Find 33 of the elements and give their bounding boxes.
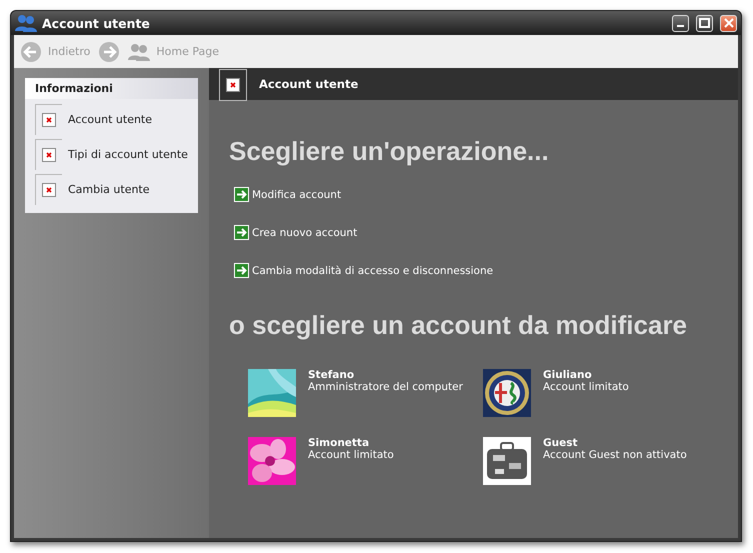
account-name[interactable]: Simonetta: [308, 437, 394, 449]
users-icon: [128, 42, 150, 62]
account-name[interactable]: Giuliano: [543, 369, 629, 381]
broken-image-icon: [42, 148, 56, 162]
sidebar-link[interactable]: Account utente: [25, 102, 198, 137]
account-name[interactable]: Guest: [543, 437, 687, 449]
account-name[interactable]: Stefano: [308, 369, 463, 381]
broken-image-icon: [42, 183, 56, 197]
window-title: Account utente: [42, 16, 151, 30]
account-type: Amministratore del computer: [308, 381, 463, 393]
arrow-icon: [234, 263, 249, 278]
panel-title: Informazioni: [25, 78, 198, 99]
header-title: Account utente: [259, 77, 358, 91]
arrow-icon: [234, 187, 249, 202]
task-link[interactable]: Cambia modalità di accesso e disconnessione: [234, 263, 494, 278]
sidebar-link[interactable]: Tipi di account utente: [25, 137, 198, 172]
users-icon: [15, 13, 37, 33]
close-icon: [724, 18, 734, 28]
broken-image-icon: [42, 113, 56, 127]
account-type: Account Guest non attivato: [543, 449, 687, 461]
arrow-icon: [234, 225, 249, 240]
maximize-button[interactable]: [696, 14, 713, 32]
account-type: Account limitato: [308, 449, 394, 461]
task-link[interactable]: Modifica account: [234, 187, 342, 202]
minimize-button[interactable]: [672, 14, 689, 32]
section-heading: Scegliere un'operazione...: [229, 136, 550, 167]
section-heading: o scegliere un account da modificare: [229, 310, 688, 341]
maximize-icon: [699, 18, 710, 28]
close-button[interactable]: [720, 14, 737, 32]
broken-image-icon: [226, 78, 240, 92]
account-type: Account limitato: [543, 381, 629, 393]
task-link[interactable]: Crea nuovo account: [234, 225, 358, 240]
sidebar-link[interactable]: Cambia utente: [25, 172, 198, 207]
